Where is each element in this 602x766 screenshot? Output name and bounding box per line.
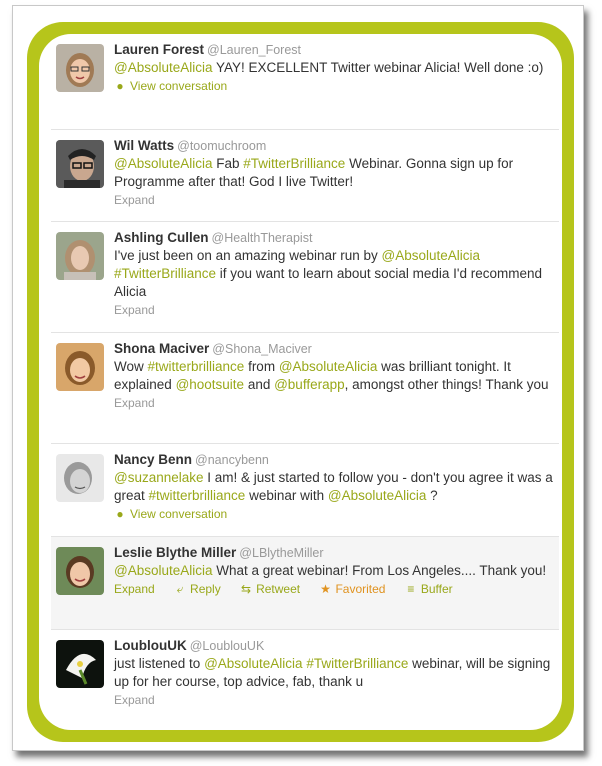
avatar[interactable] [56, 44, 104, 92]
tweet-text: just listened to @AbsoluteAlicia #Twitte… [114, 655, 553, 691]
user-handle[interactable]: @Lauren_Forest [207, 43, 301, 57]
speech-bubble-icon: ● [116, 507, 124, 521]
avatar[interactable] [56, 547, 104, 595]
user-name[interactable]: Wil Watts [114, 138, 174, 153]
user-handle[interactable]: @toomuchroom [177, 139, 266, 153]
user-name[interactable]: Lauren Forest [114, 42, 204, 57]
tweet-item[interactable]: Lauren Forest @Lauren_Forest @AbsoluteAli… [51, 34, 559, 130]
user-handle[interactable]: @nancybenn [195, 453, 269, 467]
tweet-text: @AbsoluteAlicia YAY! EXCELLENT Twitter w… [114, 59, 553, 77]
buffer-button[interactable]: ≡ Buffer [405, 582, 452, 596]
tweet-item-highlighted[interactable]: Leslie Blythe Miller @LBlytheMiller @Abso… [51, 537, 559, 630]
tweet-list: Lauren Forest @Lauren_Forest @AbsoluteAli… [39, 34, 562, 730]
user-handle[interactable]: @LoublouUK [190, 639, 265, 653]
avatar[interactable] [56, 140, 104, 188]
tweet-text-segment: Wow [114, 359, 148, 374]
retweet-icon: ⇆ [241, 582, 252, 596]
reply-icon: ⤶ [176, 582, 184, 596]
tweet-text-segment: webinar with [245, 488, 328, 503]
tweet-text: @AbsoluteAlicia What a great webinar! Fr… [114, 562, 553, 580]
expand-link[interactable]: Expand [114, 693, 155, 707]
mention-link[interactable]: @AbsoluteAlicia [114, 60, 213, 75]
tweet-text-segment: just listened to [114, 656, 205, 671]
mention-link[interactable]: @AbsoluteAlicia [328, 488, 427, 503]
user-name[interactable]: Leslie Blythe Miller [114, 545, 236, 560]
mention-link[interactable]: @AbsoluteAlicia [114, 563, 213, 578]
tweet-text: I've just been on an amazing webinar run… [114, 247, 553, 301]
speech-bubble-icon: ● [116, 79, 124, 93]
user-handle[interactable]: @LBlytheMiller [239, 546, 323, 560]
user-handle[interactable]: @Shona_Maciver [212, 342, 312, 356]
hashtag-link[interactable]: #TwitterBrilliance [114, 266, 216, 281]
user-name[interactable]: Nancy Benn [114, 452, 192, 467]
user-name[interactable]: Shona Maciver [114, 341, 209, 356]
star-icon: ★ [320, 582, 331, 596]
avatar[interactable] [56, 343, 104, 391]
tweet-text-segment: ? [426, 488, 438, 503]
tweet-item[interactable]: Nancy Benn @nancybenn @suzannelake I am! … [51, 444, 559, 537]
user-name[interactable]: LoublouUK [114, 638, 187, 653]
tweet-card: Lauren Forest @Lauren_Forest @AbsoluteAli… [27, 22, 574, 742]
tweet-text: @AbsoluteAlicia Fab #TwitterBrilliance W… [114, 155, 553, 191]
tweet-item[interactable]: Ashling Cullen @HealthTherapist I've just… [51, 222, 559, 333]
avatar[interactable] [56, 232, 104, 280]
view-conversation-link[interactable]: ● View conversation [114, 79, 227, 93]
view-conversation-link[interactable]: ● View conversation [114, 507, 227, 521]
expand-link[interactable]: Expand [114, 303, 155, 317]
tweet-item[interactable]: LoublouUK @LoublouUK just listened to @Ab… [51, 630, 559, 730]
expand-link[interactable]: Expand [114, 193, 155, 207]
user-name[interactable]: Ashling Cullen [114, 230, 209, 245]
user-handle[interactable]: @HealthTherapist [212, 231, 313, 245]
mention-link[interactable]: @hootsuite [176, 377, 245, 392]
mention-link[interactable]: @AbsoluteAlicia [279, 359, 378, 374]
retweet-button[interactable]: ⇆ Retweet [240, 582, 300, 596]
expand-link[interactable]: Expand [114, 582, 155, 596]
hashtag-link[interactable]: #twitterbrilliance [149, 488, 246, 503]
mention-link[interactable]: @AbsoluteAlicia [114, 156, 213, 171]
hashtag-link[interactable]: #TwitterBrilliance [243, 156, 345, 171]
tweet-text-segment: and [244, 377, 275, 392]
mention-link[interactable]: @AbsoluteAlicia [204, 656, 303, 671]
reply-button[interactable]: ⤶ Reply [174, 582, 221, 596]
buffer-icon: ≡ [407, 582, 415, 596]
tweet-text-segment: What a great webinar! From Los Angeles..… [212, 563, 547, 578]
hashtag-link[interactable]: #twitterbrilliance [148, 359, 245, 374]
avatar[interactable] [56, 640, 104, 688]
tweet-text: Wow #twitterbrilliance from @AbsoluteAli… [114, 358, 553, 394]
mention-link[interactable]: @AbsoluteAlicia [382, 248, 481, 263]
hashtag-link[interactable]: #TwitterBrilliance [306, 656, 408, 671]
tweet-text-segment: , amongst other things! Thank you [344, 377, 549, 392]
tweet-text: @suzannelake I am! & just started to fol… [114, 469, 553, 505]
mention-link[interactable]: @suzannelake [114, 470, 204, 485]
tweet-text-segment: Fab [212, 156, 244, 171]
tweet-item[interactable]: Shona Maciver @Shona_Maciver Wow #twitter… [51, 333, 559, 444]
tweet-item[interactable]: Wil Watts @toomuchroom @AbsoluteAlicia Fa… [51, 130, 559, 222]
avatar[interactable] [56, 454, 104, 502]
mention-link[interactable]: @bufferapp [274, 377, 345, 392]
tweet-text-segment: YAY! EXCELLENT Twitter webinar Alicia! W… [212, 60, 544, 75]
favorited-button[interactable]: ★ Favorited [319, 582, 385, 596]
tweet-text-segment: I've just been on an amazing webinar run… [114, 248, 382, 263]
tweet-text-segment: from [244, 359, 279, 374]
expand-link[interactable]: Expand [114, 396, 155, 410]
